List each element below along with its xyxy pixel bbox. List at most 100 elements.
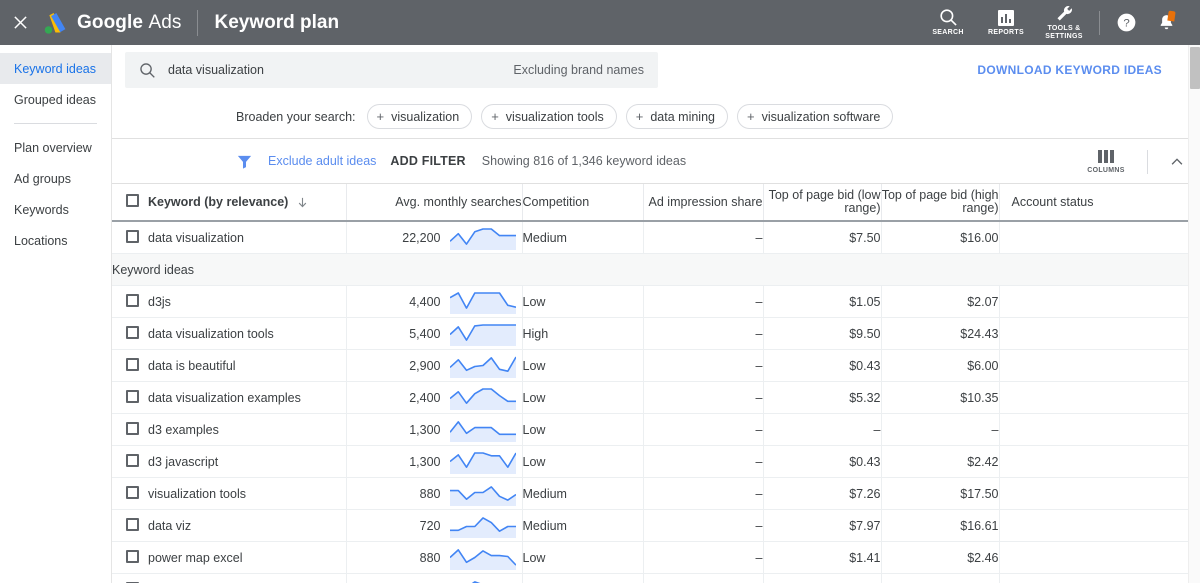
header-ad-impression-share[interactable]: Ad impression share: [643, 184, 763, 221]
cell-competition: Low: [522, 414, 643, 446]
row-checkbox[interactable]: [126, 422, 139, 435]
cell-competition: Medium: [522, 478, 643, 510]
table-row[interactable]: data is beautiful2,900Low–$0.43$6.00: [112, 350, 1194, 382]
cell-account-status: [999, 574, 1194, 583]
cell-keyword: data visualization: [148, 221, 346, 254]
close-icon[interactable]: [0, 0, 40, 45]
table-row[interactable]: power map excel880Low–$1.41$2.46: [112, 542, 1194, 574]
header-top-bid-low[interactable]: Top of page bid (low range): [763, 184, 881, 221]
broaden-chip-visualization-tools[interactable]: + visualization tools: [481, 104, 617, 129]
sidebar: Keyword ideas Grouped ideas Plan overvie…: [0, 45, 112, 583]
search-volume-sparkline: [450, 289, 516, 314]
cell-competition: Medium: [522, 221, 643, 254]
row-checkbox[interactable]: [126, 486, 139, 499]
broaden-chip-visualization[interactable]: + visualization: [367, 104, 473, 129]
table-row[interactable]: d3 examples1,300Low–––: [112, 414, 1194, 446]
table-row[interactable]: d3js4,400Low–$1.05$2.07: [112, 286, 1194, 318]
row-checkbox[interactable]: [126, 550, 139, 563]
cell-competition: High: [522, 318, 643, 350]
add-filter-button[interactable]: ADD FILTER: [390, 154, 465, 168]
table-row[interactable]: visualization tools880Medium–$7.26$17.50: [112, 478, 1194, 510]
sidebar-item-ad-groups[interactable]: Ad groups: [0, 163, 111, 194]
page-scrollbar-track[interactable]: [1188, 45, 1200, 583]
row-checkbox[interactable]: [126, 230, 139, 243]
search-icon: [939, 8, 958, 27]
cell-avg-monthly-searches: 880: [346, 574, 522, 583]
table-row-primary[interactable]: data visualization 22,200 Medium – $7.50…: [112, 221, 1194, 254]
header-top-bid-high[interactable]: Top of page bid (high range): [881, 184, 999, 221]
search-action[interactable]: SEARCH: [919, 0, 977, 45]
plus-icon: +: [491, 110, 499, 123]
row-checkbox[interactable]: [126, 358, 139, 371]
broaden-chip-data-mining[interactable]: + data mining: [626, 104, 728, 129]
row-checkbox[interactable]: [126, 294, 139, 307]
table-row[interactable]: data viz720Medium–$7.97$16.61: [112, 510, 1194, 542]
row-checkbox[interactable]: [126, 390, 139, 403]
sidebar-item-keywords[interactable]: Keywords: [0, 194, 111, 225]
sidebar-item-grouped-ideas[interactable]: Grouped ideas: [0, 84, 111, 115]
table-header: Keyword (by relevance) Avg. monthly sear…: [112, 184, 1194, 221]
row-checkbox[interactable]: [126, 518, 139, 531]
cell-bid-low: $9.50: [763, 318, 881, 350]
excluding-brand-names-label: Excluding brand names: [513, 63, 644, 77]
cell-competition: Low: [522, 350, 643, 382]
help-icon[interactable]: ?: [1106, 0, 1146, 45]
top-actions: SEARCH REPORTS TOOLS & SETTINGS ?: [919, 0, 1200, 45]
cell-keyword: d3 javascript: [148, 446, 346, 478]
cell-ad-impression-share: –: [643, 221, 763, 254]
search-input-value: data visualization: [168, 63, 513, 77]
tools-settings-action[interactable]: TOOLS & SETTINGS: [1035, 0, 1093, 45]
cell-ad-impression-share: –: [643, 286, 763, 318]
notifications-bell-icon[interactable]: [1146, 0, 1186, 45]
tools-settings-action-label: TOOLS & SETTINGS: [1035, 25, 1093, 41]
plus-icon: +: [747, 110, 755, 123]
sidebar-item-plan-overview[interactable]: Plan overview: [0, 132, 111, 163]
table-row[interactable]: d3 javascript1,300Low–$0.43$2.42: [112, 446, 1194, 478]
download-keyword-ideas-button[interactable]: DOWNLOAD KEYWORD IDEAS: [977, 63, 1162, 77]
row-checkbox[interactable]: [126, 326, 139, 339]
broaden-label: Broaden your search:: [236, 110, 356, 124]
keyword-search-input[interactable]: data visualization Excluding brand names: [125, 52, 658, 88]
cell-keyword: data is beautiful: [148, 350, 346, 382]
cell-bid-high: $2.07: [881, 286, 999, 318]
google-ads-brand[interactable]: Google Ads: [42, 11, 181, 35]
cell-bid-high: $6.00: [881, 350, 999, 382]
broaden-chip-visualization-software[interactable]: + visualization software: [737, 104, 893, 129]
cell-keyword: visualization tools: [148, 478, 346, 510]
header-avg-monthly-searches[interactable]: Avg. monthly searches: [346, 184, 522, 221]
cell-ad-impression-share: –: [643, 542, 763, 574]
search-volume-sparkline: [450, 353, 516, 378]
columns-icon: [1098, 150, 1114, 163]
cell-bid-high: $24.43: [881, 318, 999, 350]
arrow-down-icon: [296, 196, 309, 209]
header-competition[interactable]: Competition: [522, 184, 643, 221]
cell-keyword: data visualization in r: [148, 574, 346, 583]
table-row[interactable]: data visualization tools5,400High–$9.50$…: [112, 318, 1194, 350]
sidebar-item-keyword-ideas[interactable]: Keyword ideas: [0, 53, 111, 84]
page-title: Keyword plan: [214, 12, 339, 34]
cell-account-status: [999, 221, 1194, 254]
exclude-adult-ideas-filter[interactable]: Exclude adult ideas: [268, 154, 376, 168]
cell-account-status: [999, 350, 1194, 382]
sidebar-item-locations[interactable]: Locations: [0, 225, 111, 256]
columns-label: COLUMNS: [1087, 167, 1125, 174]
keyword-table-container[interactable]: Keyword (by relevance) Avg. monthly sear…: [112, 184, 1200, 583]
cell-bid-high: $17.50: [881, 478, 999, 510]
page-scrollbar-thumb[interactable]: [1190, 47, 1200, 89]
table-body: data visualization 22,200 Medium – $7.50…: [112, 221, 1194, 583]
filter-funnel-icon[interactable]: [236, 153, 253, 170]
search-volume-sparkline: [450, 481, 516, 506]
avg-searches-value: 880: [420, 487, 441, 501]
google-ads-logo-icon: [42, 11, 68, 35]
cell-bid-high: $2.46: [881, 542, 999, 574]
row-checkbox-cell: [112, 350, 148, 382]
table-row[interactable]: data visualization in r880Medium–$3.88$1…: [112, 574, 1194, 583]
select-all-checkbox[interactable]: [126, 194, 139, 207]
table-row[interactable]: data visualization examples2,400Low–$5.3…: [112, 382, 1194, 414]
header-account-status[interactable]: Account status: [999, 184, 1194, 221]
reports-action[interactable]: REPORTS: [977, 0, 1035, 45]
header-keyword[interactable]: Keyword (by relevance): [148, 184, 346, 221]
columns-button[interactable]: COLUMNS: [1079, 150, 1133, 174]
row-checkbox[interactable]: [126, 454, 139, 467]
cell-avg-monthly-searches: 22,200: [346, 221, 522, 254]
